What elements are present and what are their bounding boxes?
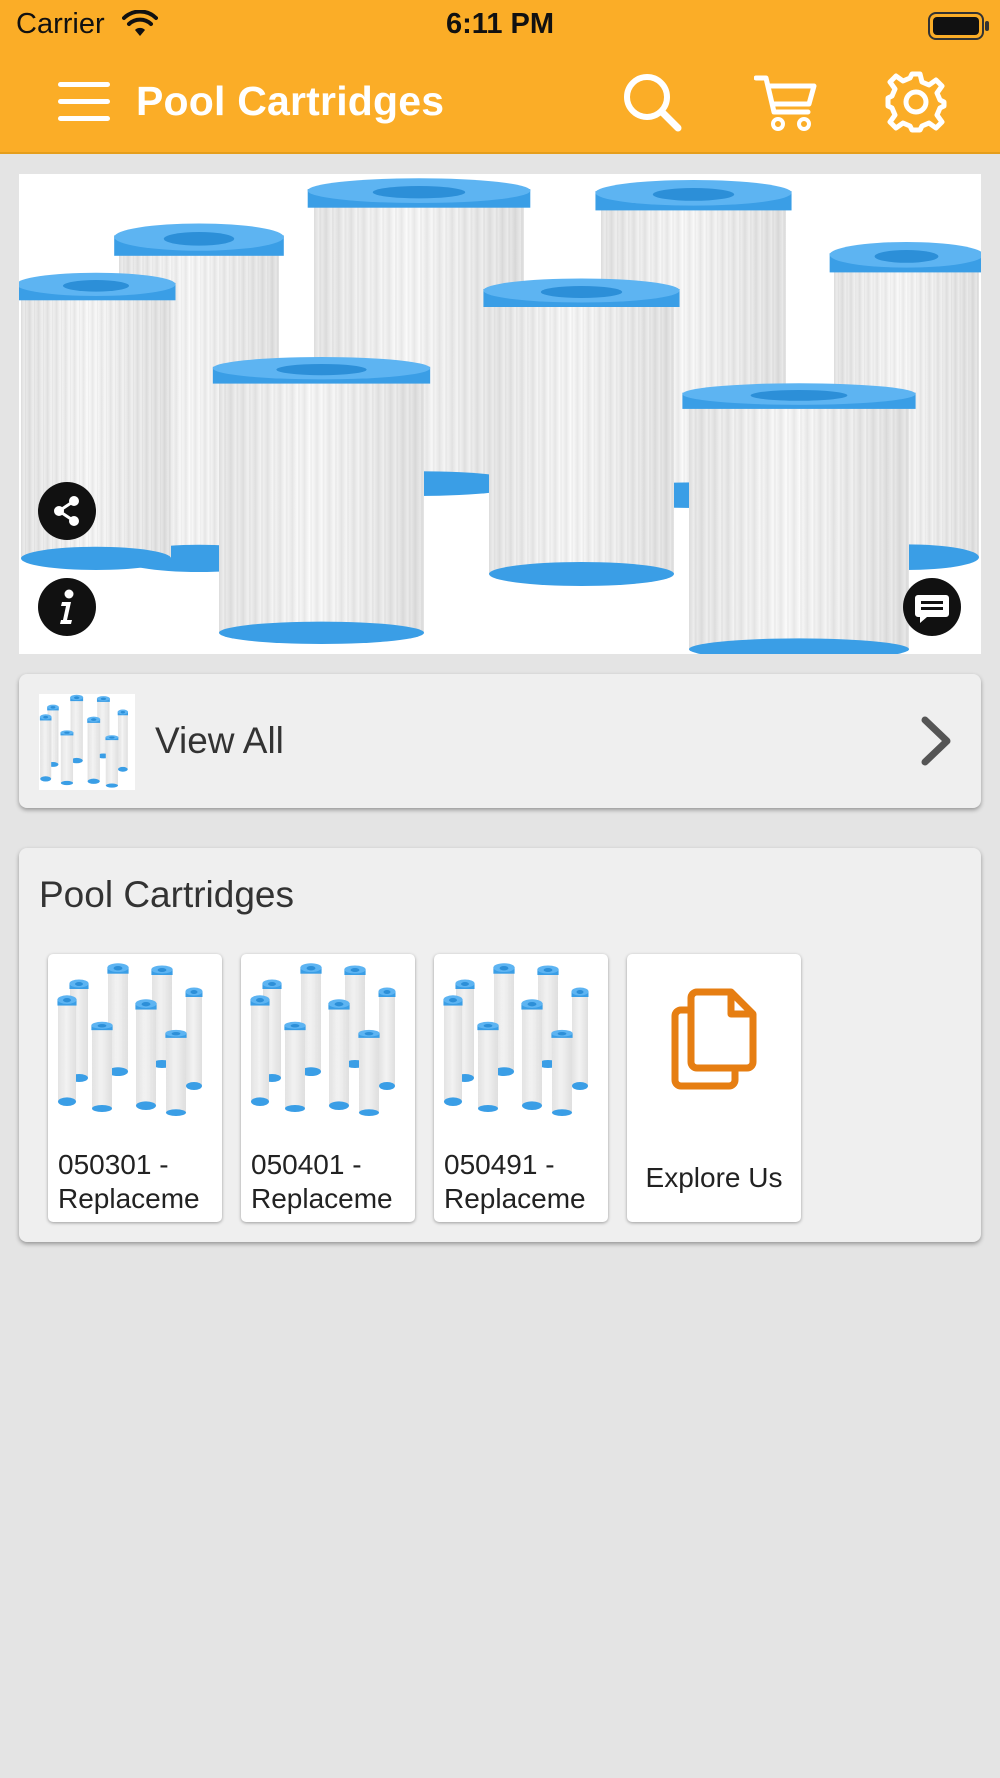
product-tile[interactable]: 050401 - Replaceme xyxy=(241,954,415,1222)
product-image xyxy=(442,962,600,1120)
status-bar: Carrier 6:11 PM xyxy=(0,0,1000,50)
product-tile[interactable]: 050491 - Replaceme xyxy=(434,954,608,1222)
share-icon[interactable] xyxy=(38,482,96,540)
search-icon[interactable] xyxy=(620,70,684,134)
chevron-right-icon xyxy=(915,714,955,773)
view-all-row[interactable]: View All xyxy=(19,674,981,808)
pool-cartridges-photo xyxy=(19,174,981,654)
product-caption: 050301 - Replaceme xyxy=(58,1149,200,1214)
hamburger-menu-icon[interactable] xyxy=(56,78,112,126)
cart-icon[interactable] xyxy=(753,70,818,134)
product-tile[interactable]: 050301 - Replaceme xyxy=(48,954,222,1222)
view-all-label: View All xyxy=(155,720,284,761)
page-title: Pool Cartridges xyxy=(136,78,445,124)
info-icon[interactable] xyxy=(38,578,96,636)
navigation-bar: Pool Cartridges xyxy=(0,58,1000,148)
battery-icon xyxy=(928,12,990,45)
product-caption: 050401 - Replaceme xyxy=(251,1149,393,1214)
explore-us-label: Explore Us xyxy=(645,1162,783,1193)
chat-icon[interactable] xyxy=(903,578,961,636)
product-image xyxy=(56,962,214,1120)
copy-documents-icon xyxy=(671,988,757,1097)
section-title: Pool Cartridges xyxy=(39,874,295,915)
explore-us-tile[interactable]: Explore Us xyxy=(627,954,801,1222)
app-header: Carrier 6:11 PM Pool Cartridges xyxy=(0,0,1000,154)
category-section: Pool Cartridges 050301 - Replaceme 05040… xyxy=(19,848,981,1242)
banner-image xyxy=(19,174,981,654)
view-all-thumbnail xyxy=(39,694,135,790)
product-image xyxy=(249,962,407,1120)
clock: 6:11 PM xyxy=(446,8,554,40)
product-caption: 050491 - Replaceme xyxy=(444,1149,586,1214)
gear-icon[interactable] xyxy=(884,70,948,134)
